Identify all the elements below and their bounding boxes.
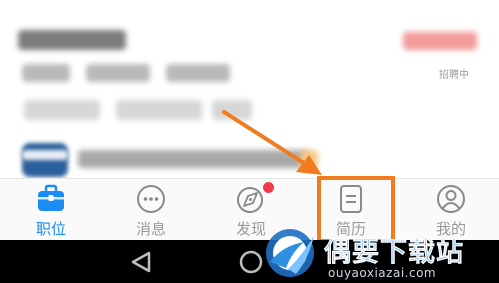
job-tag-blurred xyxy=(22,64,70,82)
company-info-blurred xyxy=(78,150,308,168)
company-logo-blurred xyxy=(22,143,68,177)
tab-me[interactable]: 我的 xyxy=(406,179,496,241)
job-title-blurred xyxy=(18,30,126,50)
recruiting-status: 招聘中 xyxy=(439,70,469,81)
benefit-chip-blurred xyxy=(24,100,100,120)
briefcase-icon xyxy=(38,184,64,211)
notification-dot xyxy=(262,181,275,194)
tab-label: 消息 xyxy=(135,220,166,238)
salary-blurred xyxy=(403,32,477,50)
job-card[interactable]: 招聘中 xyxy=(0,0,499,178)
tab-resume[interactable]: 简历 xyxy=(306,179,396,241)
benefit-chip-blurred xyxy=(212,100,252,120)
tab-label: 我的 xyxy=(435,220,466,238)
tab-messages[interactable]: 消息 xyxy=(106,179,196,241)
tab-label: 职位 xyxy=(35,220,66,238)
tab-discover[interactable]: 发现 xyxy=(206,179,296,241)
tab-label: 发现 xyxy=(235,220,266,238)
company-badge-blurred xyxy=(300,150,318,168)
resume-icon xyxy=(340,185,362,213)
job-tag-blurred xyxy=(86,64,150,82)
bottom-tab-bar: 职位 消息 发现 简历 我的 xyxy=(0,178,499,241)
tab-jobs[interactable]: 职位 xyxy=(6,179,96,241)
company-logo-stripe xyxy=(22,150,68,160)
home-icon[interactable] xyxy=(236,240,266,283)
profile-icon xyxy=(437,185,465,213)
tab-label: 简历 xyxy=(335,220,366,238)
chat-bubble-icon xyxy=(137,185,165,213)
job-tag-blurred xyxy=(166,64,230,82)
benefit-chip-blurred xyxy=(116,100,202,120)
system-nav-bar xyxy=(0,240,499,283)
back-icon[interactable] xyxy=(128,240,154,283)
